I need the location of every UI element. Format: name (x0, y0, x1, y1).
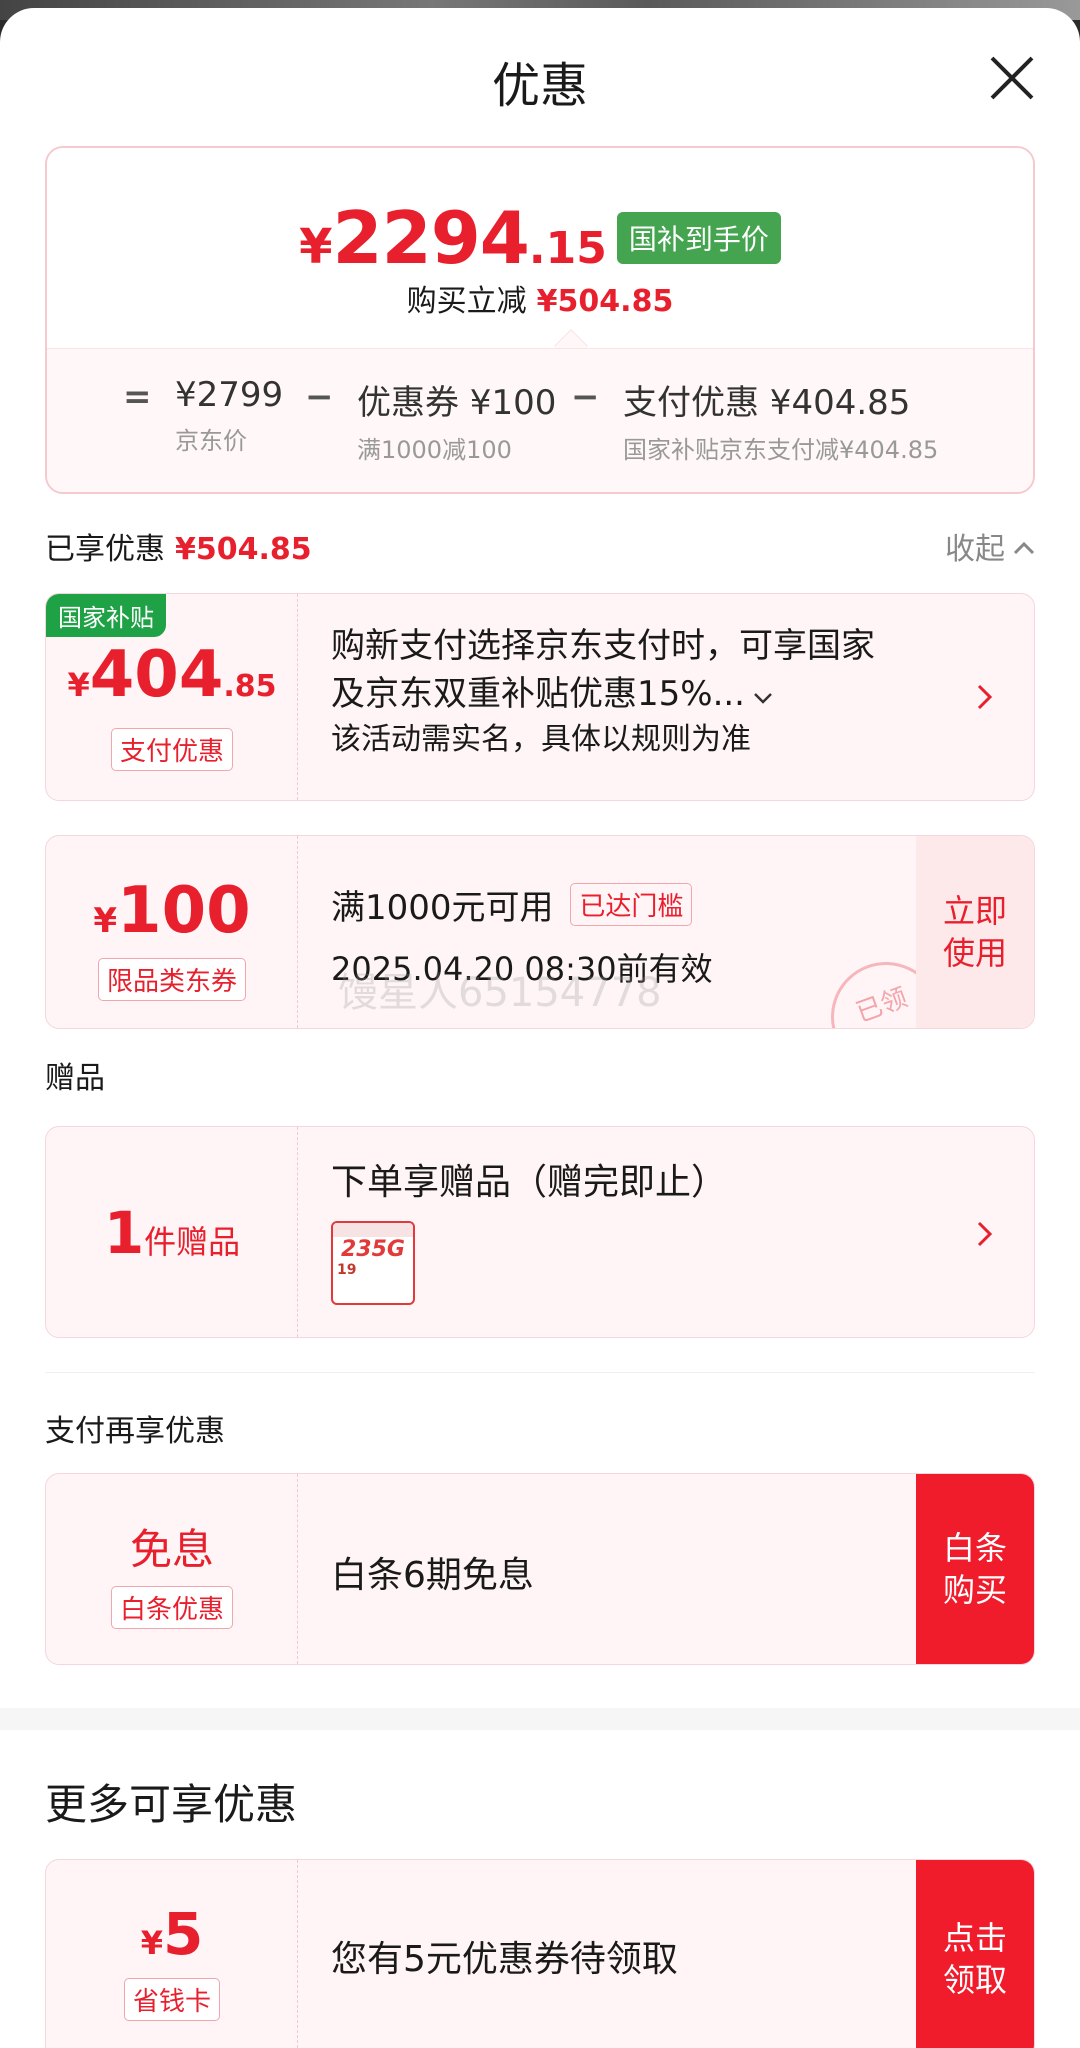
price-decimal: .15 (528, 223, 607, 274)
price-summary-card: ¥2294.15 国补到手价 购买立减 ¥504.85 = ¥2799 京东价 − … (45, 146, 1035, 494)
minus-sign: − (571, 377, 600, 417)
subsidy-price-tag: 国补到手价 (616, 212, 781, 264)
chevron-right-icon (977, 1221, 993, 1247)
subsidy-chevron[interactable] (976, 682, 994, 712)
baitiao-card: 免息 白条优惠 白条6期免息 白条 购买 (45, 1473, 1035, 1665)
close-button[interactable] (984, 50, 1040, 106)
subsidy-description: 购新支付选择京东支付时，可享国家 及京东双重补贴优惠15%... 该活动需实名，… (331, 622, 875, 762)
enjoyed-text: 已享优惠 (45, 532, 165, 567)
enjoyed-amount: ¥504.85 (175, 532, 312, 567)
price-formula: = ¥2799 京东价 − 优惠券 ¥100 满1000减100 − 支付优惠 … (47, 348, 1033, 492)
coupon-badge-wrap: 限品类东券 (46, 958, 298, 1001)
thumb-header (333, 1223, 413, 1237)
saver-card: ¥5 省钱卡 您有5元优惠券待领取 点击 领取 (45, 1859, 1035, 2048)
thumb-data-text: 235G (341, 1237, 405, 1262)
collapse-toggle[interactable]: 收起 (945, 524, 1035, 568)
gift-description: 下单享赠品（赠完即止） (331, 1162, 728, 1203)
gift-section-title: 赠品 (45, 1061, 105, 1096)
chevron-up-icon (1013, 541, 1035, 555)
coupon-badge: 限品类东券 (97, 958, 246, 1001)
enjoyed-discount-row: 已享优惠 ¥504.85 收起 (45, 524, 1035, 567)
coupon-amount-value: 100 (117, 874, 251, 948)
saver-description: 您有5元优惠券待领取 (331, 1939, 678, 1980)
formula-payment: 支付优惠 ¥404.85 国家补贴京东支付减¥404.85 (623, 375, 938, 465)
gift-count-value: 1 (103, 1199, 145, 1267)
formula-coupon: 优惠券 ¥100 满1000减100 (357, 375, 556, 465)
gift-count: 1件赠品 (46, 1199, 298, 1267)
jd-price-label: 京东价 (175, 427, 247, 455)
gift-card[interactable]: 1件赠品 下单享赠品（赠完即止） 235G 19 (45, 1126, 1035, 1338)
jd-price-value: ¥2799 (175, 375, 284, 415)
collapse-label: 收起 (945, 532, 1005, 567)
baitiao-badge: 白条优惠 (110, 1586, 233, 1629)
subsidy-desc-line2-wrap[interactable]: 及京东双重补贴优惠15%... (331, 670, 875, 718)
coupon-card: ¥100 限品类东券 满1000元可用 已达门槛 2025.04.20 08:3… (45, 835, 1035, 1029)
section-band (0, 1708, 1080, 1730)
sheet-title: 优惠 (491, 58, 588, 114)
payment-value: 支付优惠 ¥404.85 (623, 383, 911, 423)
minus-sign: − (305, 377, 334, 417)
subsidy-card[interactable]: ¥404.85 支付优惠 国家补贴 购新支付选择京东支付时，可享国家 及京东双重… (45, 593, 1035, 801)
claim-button[interactable]: 点击 领取 (916, 1860, 1034, 2048)
coupon-condition: 满1000元可用 (331, 888, 554, 928)
price-integer: 2294 (332, 196, 530, 280)
subsidy-amount-dec: .85 (223, 669, 277, 704)
section-divider (45, 1372, 1035, 1373)
reduce-label: 购买立减 (406, 284, 527, 319)
subsidy-desc-line2: 及京东双重补贴优惠15%... (331, 674, 745, 714)
chevron-down-icon (754, 693, 772, 704)
gift-chevron[interactable] (976, 1219, 994, 1249)
baitiao-left: 免息 白条优惠 (46, 1474, 298, 1664)
close-icon (990, 56, 1034, 100)
price-summary-top: ¥2294.15 国补到手价 购买立减 ¥504.85 (47, 148, 1033, 348)
currency-symbol: ¥ (67, 666, 90, 704)
payment-label: 国家补贴京东支付减¥404.85 (623, 436, 939, 464)
chevron-right-icon (977, 684, 993, 710)
watermark-text: 馒星人65154778 (338, 970, 662, 1016)
baitiao-buy-button[interactable]: 白条 购买 (916, 1474, 1034, 1664)
equals-sign: = (123, 377, 152, 417)
reduce-amount: ¥504.85 (536, 284, 674, 319)
gift-left: 1件赠品 (46, 1127, 298, 1337)
use-now-button[interactable]: 立即 使用 (916, 836, 1034, 1028)
gift-unit: 件赠品 (144, 1223, 241, 1261)
gift-thumbnail[interactable]: 235G 19 (331, 1221, 415, 1305)
baitiao-description: 白条6期免息 (331, 1555, 534, 1596)
subsidy-amount-int: 404 (89, 638, 224, 712)
saver-left: ¥5 省钱卡 (46, 1860, 298, 2048)
pay-section-title: 支付再享优惠 (45, 1414, 225, 1449)
baitiao-badge-wrap: 白条优惠 (46, 1586, 298, 1629)
currency-symbol: ¥ (93, 901, 118, 941)
coupon-amount: ¥100 (46, 874, 298, 948)
formula-jd-price: ¥2799 京东价 (175, 375, 283, 456)
saver-badge: 省钱卡 (123, 1978, 220, 2021)
thumb-price: 19 (337, 1262, 357, 1278)
subsidy-desc-line1: 购新支付选择京东支付时，可享国家 (331, 626, 875, 666)
discount-sheet: 优惠 ¥2294.15 国补到手价 购买立减 ¥504.85 = ¥2799 京东价… (0, 8, 1080, 2048)
coupon-condition-row: 满1000元可用 已达门槛 (331, 880, 693, 929)
saver-amount: ¥5 (46, 1900, 298, 1968)
currency-symbol: ¥ (140, 1924, 163, 1962)
coupon-value: 优惠券 ¥100 (357, 383, 557, 423)
interest-free-label: 免息 (129, 1525, 214, 1574)
threshold-reached-badge: 已达门槛 (570, 883, 693, 926)
reduce-line: 购买立减 ¥504.85 (47, 276, 1033, 320)
final-price: ¥2294.15 国补到手价 (47, 196, 1033, 280)
subsidy-note: 该活动需实名，具体以规则为准 (331, 722, 751, 757)
saver-amount-value: 5 (162, 1900, 204, 1968)
coupon-label: 满1000减100 (357, 436, 512, 464)
subsidy-amount: ¥404.85 (46, 638, 298, 712)
subsidy-badge-wrap: 支付优惠 (46, 728, 298, 771)
enjoyed-label: 已享优惠 ¥504.85 (45, 524, 312, 568)
national-subsidy-tag: 国家补贴 (46, 594, 166, 637)
saver-badge-wrap: 省钱卡 (46, 1978, 298, 2021)
currency-symbol: ¥ (299, 219, 333, 275)
coupon-left: ¥100 限品类东券 (46, 836, 298, 1028)
sheet-header: 优惠 (0, 8, 1080, 148)
more-discounts-title: 更多可享优惠 (45, 1780, 298, 1829)
subsidy-badge: 支付优惠 (110, 728, 233, 771)
